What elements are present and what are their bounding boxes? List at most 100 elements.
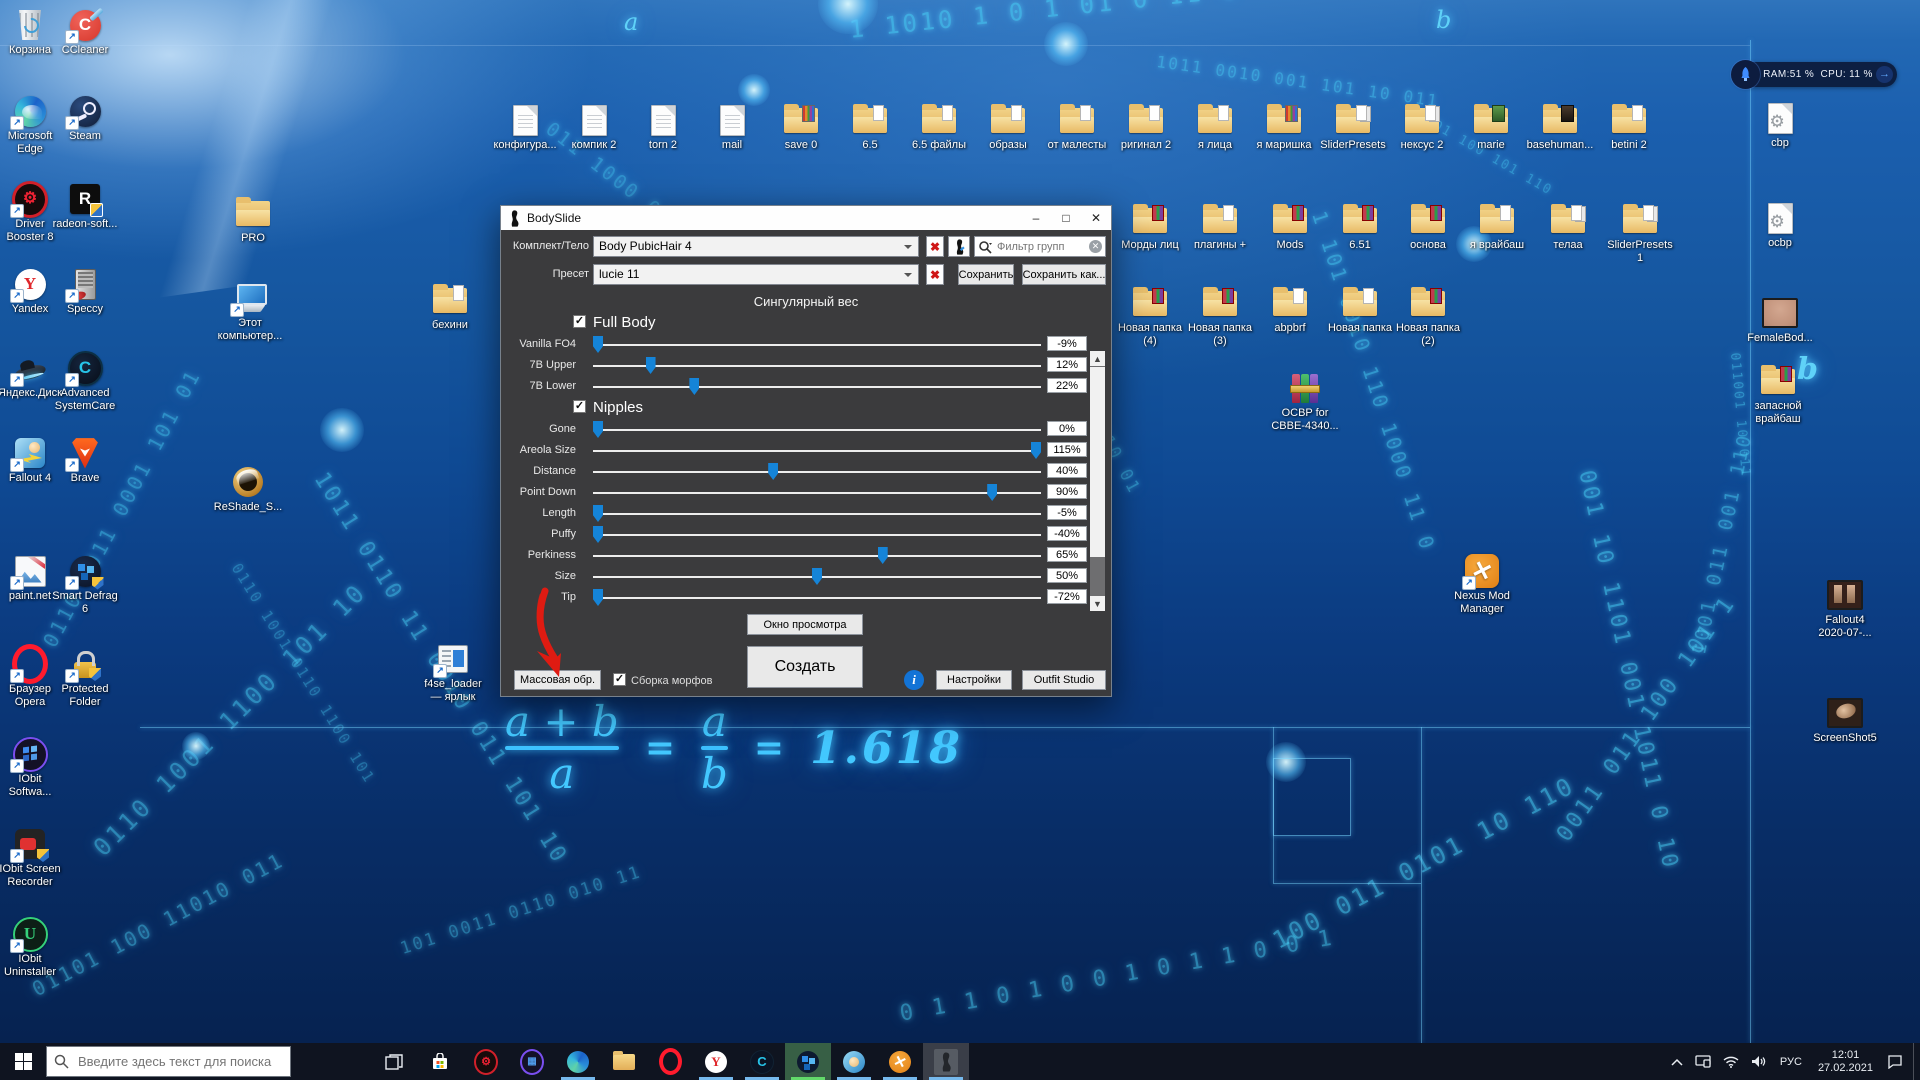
slider-track[interactable]: [593, 492, 1041, 494]
taskbar-app-bodyslide[interactable]: [923, 1043, 969, 1080]
desktop-icon[interactable]: FemaleBod...: [1737, 296, 1823, 345]
ram-cpu-widget[interactable]: RAM:51 % CPU: 11 % →: [1733, 62, 1897, 87]
clear-filter-icon[interactable]: ✕: [1089, 240, 1102, 253]
desktop-icon[interactable]: Rradeon-soft...: [42, 182, 128, 231]
taskbar-app-edge[interactable]: [555, 1043, 601, 1080]
slider-thumb[interactable]: [878, 547, 888, 564]
taskbar-app-task-view[interactable]: [371, 1043, 417, 1080]
slider-value[interactable]: -40%: [1047, 526, 1087, 541]
volume-icon[interactable]: [1745, 1043, 1772, 1080]
desktop-icon[interactable]: ReShade_S...: [205, 465, 291, 514]
desktop-icon[interactable]: ↗IObit ScreenRecorder: [0, 827, 73, 889]
desktop[interactable]: 011 1000 0110 1001 10 0111011 0110 11 00…: [0, 0, 1920, 1043]
slider-value[interactable]: 65%: [1047, 547, 1087, 562]
taskbar-app-advanced-systemcare[interactable]: C: [739, 1043, 785, 1080]
slider-thumb[interactable]: [1031, 442, 1041, 459]
scrollbar-thumb[interactable]: [1090, 367, 1105, 557]
minimize-button[interactable]: –: [1021, 206, 1051, 230]
slider-thumb[interactable]: [812, 568, 822, 585]
outfit-delete-button[interactable]: ✖: [926, 236, 944, 257]
save-button[interactable]: Сохранить: [958, 264, 1014, 285]
close-button[interactable]: ✕: [1081, 206, 1111, 230]
slider-value[interactable]: 50%: [1047, 568, 1087, 583]
scroll-up-icon[interactable]: ▲: [1090, 351, 1105, 366]
slider-thumb[interactable]: [689, 378, 699, 395]
desktop-icon[interactable]: Fallout42020-07-...: [1802, 578, 1888, 640]
slider-thumb[interactable]: [768, 463, 778, 480]
slider-track[interactable]: [593, 429, 1041, 431]
group-checkbox[interactable]: ✓: [573, 400, 586, 413]
start-button[interactable]: [0, 1043, 46, 1080]
slider-thumb[interactable]: [987, 484, 997, 501]
desktop-icon[interactable]: ↗Brave: [42, 436, 128, 485]
group-filter-input[interactable]: [995, 240, 1089, 254]
preset-delete-button[interactable]: ✖: [926, 264, 944, 285]
maximize-button[interactable]: □: [1051, 206, 1081, 230]
clock[interactable]: 12:01 27.02.2021: [1810, 1049, 1881, 1075]
taskbar-app-smart-defrag[interactable]: [785, 1043, 831, 1080]
taskbar-app-iobit-updater[interactable]: ▦: [509, 1043, 555, 1080]
slider-value[interactable]: -5%: [1047, 505, 1087, 520]
taskbar-app-opera[interactable]: [647, 1043, 693, 1080]
slider-value[interactable]: 115%: [1047, 442, 1087, 457]
desktop-icon[interactable]: ↗Speccy: [42, 267, 128, 316]
build-morphs-checkbox[interactable]: ✓: [613, 673, 626, 686]
desktop-icon[interactable]: запаснойврайбаш: [1735, 364, 1821, 426]
desktop-icon[interactable]: ScreenShot5: [1802, 696, 1888, 745]
tray-chevron-icon[interactable]: [1665, 1043, 1689, 1080]
slider-thumb[interactable]: [593, 526, 603, 543]
slider-track[interactable]: [593, 386, 1041, 388]
slider-value[interactable]: 0%: [1047, 421, 1087, 436]
taskbar-search-input[interactable]: [76, 1053, 290, 1070]
desktop-icon[interactable]: betini 2: [1586, 103, 1672, 152]
slider-value[interactable]: 22%: [1047, 378, 1087, 393]
desktop-icon[interactable]: U↗IObitUninstaller: [0, 917, 73, 979]
slider-thumb[interactable]: [593, 421, 603, 438]
slider-track[interactable]: [593, 597, 1041, 599]
slider-track[interactable]: [593, 534, 1041, 536]
save-as-button[interactable]: Сохранить как...: [1022, 264, 1106, 285]
desktop-icon[interactable]: ↗Этоткомпьютер...: [207, 281, 293, 343]
slider-track[interactable]: [593, 471, 1041, 473]
desktop-icon[interactable]: PRO: [210, 196, 296, 245]
group-checkbox[interactable]: ✓: [573, 315, 586, 328]
preset-combo[interactable]: lucie 11: [593, 264, 919, 285]
desktop-icon[interactable]: ↗Steam: [42, 94, 128, 143]
scroll-down-icon[interactable]: ▼: [1090, 596, 1105, 611]
desktop-icon[interactable]: OCBP forCBBE-4340...: [1262, 371, 1348, 433]
desktop-icon[interactable]: ↗f4se_loader— ярлык: [410, 642, 496, 704]
slider-track[interactable]: [593, 513, 1041, 515]
info-button[interactable]: i: [904, 670, 924, 690]
desktop-icon[interactable]: ↗Smart Defrag6: [42, 554, 128, 616]
group-filter-box[interactable]: ✕: [974, 236, 1106, 257]
slider-track[interactable]: [593, 555, 1041, 557]
widget-arrow-icon[interactable]: →: [1876, 66, 1893, 83]
slider-track[interactable]: [593, 344, 1041, 346]
desktop-icon[interactable]: C↗AdvancedSystemCare: [42, 351, 128, 413]
taskbar-app-yandex-browser[interactable]: Y: [693, 1043, 739, 1080]
taskbar-app-nexus-mod-manager[interactable]: ✕: [877, 1043, 923, 1080]
slider-track[interactable]: [593, 365, 1041, 367]
desktop-icon[interactable]: SliderPresets1: [1597, 203, 1683, 265]
slider-thumb[interactable]: [593, 505, 603, 522]
scrollbar[interactable]: ▲ ▼: [1090, 351, 1105, 611]
desktop-icon[interactable]: ⚙cbp: [1737, 101, 1823, 150]
slider-value[interactable]: -9%: [1047, 336, 1087, 351]
body-edit-button[interactable]: [948, 236, 970, 257]
slider-thumb[interactable]: [593, 589, 603, 606]
taskbar-app-explorer[interactable]: [601, 1043, 647, 1080]
preview-window-button[interactable]: Окно просмотра: [747, 614, 863, 635]
language-indicator[interactable]: РУС: [1772, 1056, 1810, 1068]
build-button[interactable]: Создать: [747, 646, 863, 688]
titlebar[interactable]: BodySlide – □ ✕: [501, 206, 1111, 230]
outfit-studio-button[interactable]: Outfit Studio: [1022, 670, 1106, 690]
slider-thumb[interactable]: [646, 357, 656, 374]
desktop-icon[interactable]: C↗CCleaner: [42, 8, 128, 57]
wifi-icon[interactable]: [1717, 1043, 1745, 1080]
desktop-icon[interactable]: Новая папка(2): [1385, 286, 1471, 348]
outfit-combo[interactable]: Body PubicHair 4: [593, 236, 919, 257]
slider-track[interactable]: [593, 450, 1041, 452]
desktop-icon[interactable]: бехини: [407, 283, 493, 332]
action-center-icon[interactable]: [1881, 1043, 1909, 1080]
slider-value[interactable]: -72%: [1047, 589, 1087, 604]
